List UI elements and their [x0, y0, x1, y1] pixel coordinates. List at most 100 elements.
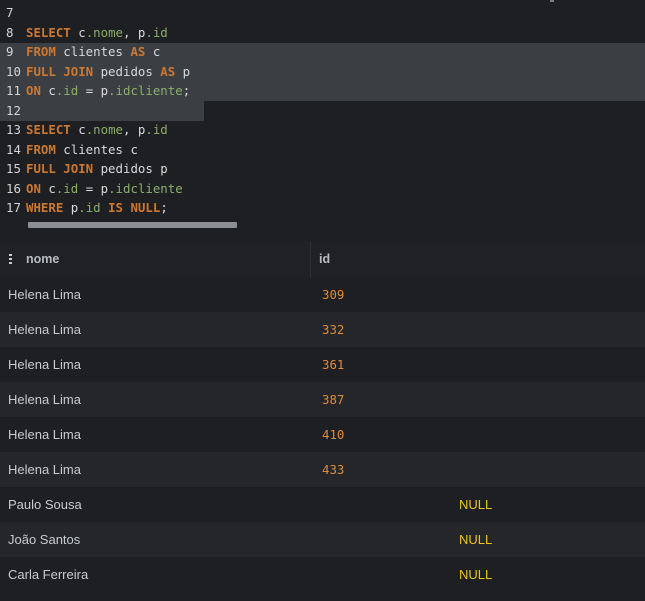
- sql-text: = p: [78, 83, 109, 98]
- column-header-nome[interactable]: nome: [26, 241, 59, 277]
- cell-nome[interactable]: Paulo Sousa: [8, 487, 82, 522]
- code-line[interactable]: 7: [0, 3, 26, 22]
- sql-keyword: WHERE: [26, 200, 64, 215]
- sql-keyword: AS: [160, 63, 176, 79]
- sql-text: p: [175, 63, 191, 79]
- cell-nome[interactable]: Helena Lima: [8, 277, 81, 312]
- column-menu-icon[interactable]: [9, 254, 12, 264]
- horizontal-scrollbar-thumb[interactable]: [28, 222, 237, 228]
- sql-keyword: ON: [26, 83, 41, 98]
- line-number: 16: [6, 180, 21, 196]
- sql-text: ;: [160, 200, 168, 215]
- line-text: FULL JOIN pedidos p: [26, 159, 168, 178]
- cell-id[interactable]: 410: [322, 417, 344, 452]
- cell-nome[interactable]: João Santos: [8, 522, 80, 557]
- line-number: 15: [6, 161, 21, 176]
- cell-id-null[interactable]: NULL: [459, 487, 492, 522]
- line-text: FROM clientes AS c: [26, 42, 160, 61]
- cell-id[interactable]: 309: [322, 277, 344, 312]
- line-number: 8: [6, 24, 14, 40]
- sql-text: clientes c: [55, 141, 138, 157]
- results-grid: nome id Helena Lima 309 Helena Lima 332 Hele…: [0, 241, 645, 601]
- cell-id[interactable]: 433: [322, 452, 344, 487]
- code-line[interactable]: 9 FROM clientes AS c: [0, 42, 160, 61]
- cell-nome[interactable]: Helena Lima: [8, 452, 81, 487]
- table-row[interactable]: Helena Lima 433: [0, 452, 645, 487]
- code-line[interactable]: 12: [0, 101, 26, 120]
- table-row[interactable]: Helena Lima 361: [0, 347, 645, 382]
- cell-id[interactable]: 361: [322, 347, 344, 382]
- code-line[interactable]: 16 ON c.id = p.idcliente: [0, 179, 183, 198]
- sql-text: c: [40, 180, 56, 196]
- sql-keyword: ON: [26, 180, 41, 196]
- table-row[interactable]: Helena Lima 332: [0, 312, 645, 347]
- line-number: 9: [6, 44, 14, 59]
- cell-nome[interactable]: Helena Lima: [8, 347, 81, 382]
- cell-nome[interactable]: Carla Ferreira: [8, 557, 88, 592]
- sql-field: .id: [145, 122, 168, 137]
- table-row[interactable]: Helena Lima 410: [0, 417, 645, 452]
- line-number: 10: [6, 63, 21, 79]
- line-text: SELECT c.nome, p.id: [26, 23, 168, 42]
- sql-text: c: [145, 44, 161, 59]
- sql-keyword: FULL JOIN: [26, 63, 94, 79]
- sql-text: c: [70, 122, 86, 137]
- table-row[interactable]: Paulo Sousa NULL: [0, 487, 645, 522]
- code-line[interactable]: 15 FULL JOIN pedidos p: [0, 159, 168, 178]
- line-text: FULL JOIN pedidos AS p: [26, 62, 190, 81]
- code-line[interactable]: 17 WHERE p.id IS NULL;: [0, 198, 168, 217]
- sql-editor[interactable]: 7 8 SELECT c.nome, p.id 9 FROM clientes AS c…: [0, 0, 645, 236]
- line-text: ON c.id = p.idcliente: [26, 179, 183, 198]
- code-line[interactable]: 8 SELECT c.nome, p.id: [0, 23, 168, 42]
- sql-text: ;: [182, 83, 191, 98]
- cell-id[interactable]: 332: [322, 312, 344, 347]
- sql-field: .id: [55, 180, 79, 196]
- cell-id-null[interactable]: NULL: [459, 557, 492, 592]
- column-header-id[interactable]: id: [319, 241, 330, 277]
- code-line[interactable]: 14 FROM clientes c: [0, 140, 138, 159]
- line-number: 14: [6, 141, 21, 157]
- sql-text: c: [70, 24, 86, 40]
- cell-nome[interactable]: Helena Lima: [8, 417, 81, 452]
- sql-keyword: SELECT: [26, 24, 71, 40]
- sql-field: .idcliente: [108, 180, 183, 196]
- sql-text: , p: [123, 122, 146, 137]
- sql-field: .nome: [85, 122, 123, 137]
- sql-keyword: FULL JOIN: [26, 161, 94, 176]
- line-number: 11: [6, 83, 21, 98]
- sql-field: .id: [78, 200, 101, 215]
- cell-nome[interactable]: Helena Lima: [8, 312, 81, 347]
- line-number: 12: [6, 102, 21, 118]
- scroll-marker: [550, 0, 554, 2]
- code-line[interactable]: 13 SELECT c.nome, p.id: [0, 120, 168, 139]
- line-number: 7: [6, 5, 14, 20]
- line-text: ON c.id = p.idcliente;: [26, 81, 190, 100]
- table-row[interactable]: João Santos NULL: [0, 522, 645, 557]
- code-line[interactable]: 11 ON c.id = p.idcliente;: [0, 81, 190, 100]
- sql-keyword: FROM: [26, 141, 56, 157]
- sql-keyword: IS NULL: [108, 200, 161, 215]
- line-text: SELECT c.nome, p.id: [26, 120, 168, 139]
- sql-text: p: [63, 200, 79, 215]
- table-row[interactable]: Carla Ferreira NULL: [0, 557, 645, 592]
- line-text: WHERE p.id IS NULL;: [26, 198, 168, 217]
- sql-text: , p: [123, 24, 146, 40]
- grid-header: nome id: [0, 241, 645, 278]
- sql-keyword: FROM: [26, 44, 56, 59]
- sql-field: .id: [145, 24, 168, 40]
- sql-field: .idcliente: [108, 83, 183, 98]
- selection-highlight: [0, 101, 204, 121]
- table-row[interactable]: Helena Lima 309: [0, 277, 645, 312]
- cell-nome[interactable]: Helena Lima: [8, 382, 81, 417]
- table-row[interactable]: Helena Lima 387: [0, 382, 645, 417]
- cell-id[interactable]: 387: [322, 382, 344, 417]
- code-line[interactable]: 10 FULL JOIN pedidos AS p: [0, 62, 190, 81]
- sql-field: .nome: [85, 24, 123, 40]
- sql-field: .id: [55, 83, 79, 98]
- sql-text: = p: [78, 180, 109, 196]
- column-divider[interactable]: [310, 241, 311, 277]
- line-number: 13: [6, 122, 21, 137]
- sql-keyword: AS: [130, 44, 146, 59]
- cell-id-null[interactable]: NULL: [459, 522, 492, 557]
